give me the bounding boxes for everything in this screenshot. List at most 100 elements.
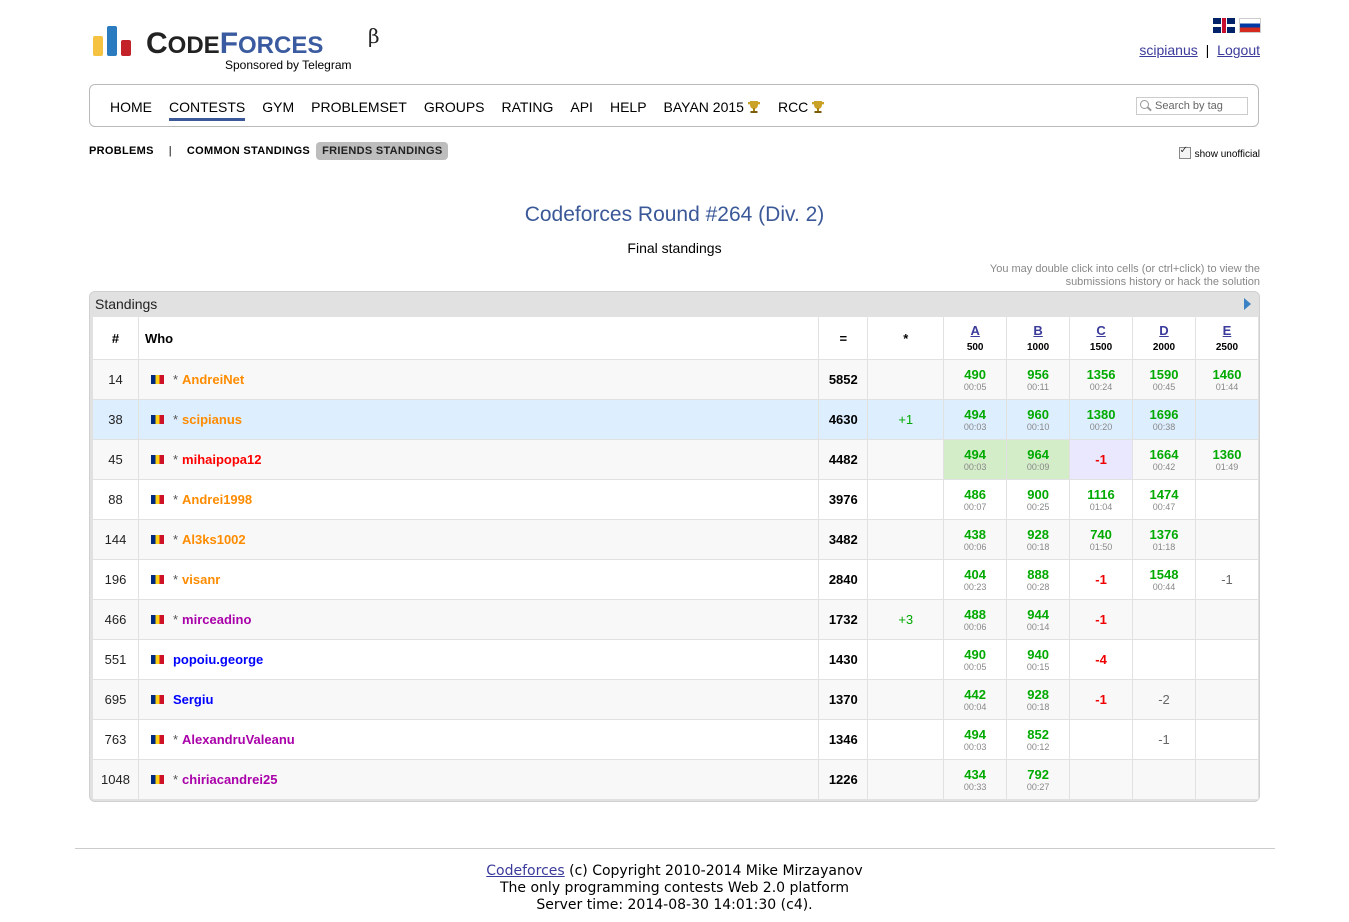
problems-tab[interactable]: PROBLEMS (89, 142, 160, 160)
problem-result-cell[interactable]: 1356 00:24 (1069, 359, 1134, 400)
problem-result-cell[interactable]: -4 (1069, 639, 1134, 680)
problem-result-cell[interactable]: -1 (1069, 559, 1134, 600)
show-unofficial-checkbox[interactable] (1178, 145, 1191, 159)
russian-flag-icon[interactable] (1239, 18, 1261, 33)
problem-link-c[interactable]: C (1096, 323, 1105, 338)
problem-result-cell[interactable]: 944 00:14 (1006, 599, 1071, 640)
problem-result-cell[interactable]: 404 00:23 (943, 559, 1008, 600)
problem-result-cell[interactable]: 438 00:06 (943, 519, 1008, 560)
problem-result-cell[interactable]: 1590 00:45 (1132, 359, 1196, 400)
problem-result-cell[interactable]: 488 00:06 (943, 599, 1008, 640)
problem-result-cell[interactable] (1194, 679, 1260, 720)
problem-result-cell[interactable]: 964 00:09 (1006, 439, 1071, 480)
menu-item-home[interactable]: HOME (110, 99, 152, 115)
problem-result-cell[interactable]: 940 00:15 (1006, 639, 1071, 680)
participant-handle[interactable]: popoiu.george (173, 652, 263, 667)
who-header: Who (137, 316, 820, 360)
problem-link-e[interactable]: E (1223, 323, 1232, 338)
problem-result-cell[interactable]: 490 00:05 (943, 359, 1008, 400)
menu-item-rating[interactable]: RATING (502, 99, 554, 115)
expand-arrow-icon[interactable] (1244, 298, 1251, 310)
problem-result-cell[interactable] (1194, 399, 1260, 440)
participant-handle[interactable]: AlexandruValeanu (182, 732, 295, 747)
menu-item-groups[interactable]: GROUPS (424, 99, 485, 115)
problem-result-cell[interactable]: 852 00:12 (1006, 719, 1071, 760)
search-box[interactable]: Search by tag (1136, 97, 1248, 115)
problem-link-d[interactable]: D (1159, 323, 1168, 338)
problem-result-cell[interactable]: 1696 00:38 (1132, 399, 1196, 440)
problem-result-cell[interactable]: -2 (1132, 679, 1196, 720)
problem-result-cell[interactable] (1194, 639, 1260, 680)
menu-item-contests[interactable]: CONTESTS (169, 99, 246, 121)
user-handle-link[interactable]: scipianus (1139, 42, 1197, 58)
participant-handle[interactable]: mihaipopa12 (182, 452, 261, 467)
menu-item-rcc[interactable]: RCC (778, 99, 825, 115)
problem-result-cell[interactable]: 490 00:05 (943, 639, 1008, 680)
participant-handle[interactable]: chiriacandrei25 (182, 772, 277, 787)
problem-result-cell[interactable]: -1 (1194, 559, 1260, 600)
problem-result-cell[interactable] (1132, 759, 1196, 800)
problem-result-cell[interactable]: 486 00:07 (943, 479, 1008, 520)
show-unofficial-toggle[interactable]: show unofficial (1178, 145, 1260, 160)
points-cell: 5852 (818, 359, 869, 400)
problem-result-cell[interactable]: 960 00:10 (1006, 399, 1071, 440)
participant-handle[interactable]: Andrei1998 (182, 492, 252, 507)
problem-result-cell[interactable] (1194, 759, 1260, 800)
problem-result-cell[interactable]: 1376 01:18 (1132, 519, 1196, 560)
menu-item-problemset[interactable]: PROBLEMSET (311, 99, 407, 115)
problem-result-cell[interactable]: -1 (1069, 679, 1134, 720)
participant-handle[interactable]: mirceadino (182, 612, 251, 627)
menu-item-api[interactable]: API (570, 99, 593, 115)
problem-result-cell[interactable] (1194, 519, 1260, 560)
footer-codeforces-link[interactable]: Codeforces (486, 863, 564, 879)
participant-handle[interactable]: Sergiu (173, 692, 213, 707)
problem-result-cell[interactable]: 434 00:33 (943, 759, 1008, 800)
problem-result-cell[interactable]: 900 00:25 (1006, 479, 1071, 520)
points-cell: 1370 (818, 679, 869, 720)
problem-result-cell[interactable]: 1360 01:49 (1194, 439, 1260, 480)
problem-result-cell[interactable]: 1664 00:42 (1132, 439, 1196, 480)
hacks-cell (867, 559, 945, 600)
participant-handle[interactable]: scipianus (182, 412, 242, 427)
problem-result-cell[interactable]: 494 00:03 (943, 719, 1008, 760)
menu-item-label: RATING (501, 99, 554, 115)
problem-result-cell[interactable]: 1460 01:44 (1194, 359, 1260, 400)
friends-standings-tab[interactable]: FRIENDS STANDINGS (316, 142, 449, 160)
english-flag-icon[interactable] (1213, 18, 1235, 33)
problem-result-cell[interactable]: 1548 00:44 (1132, 559, 1196, 600)
problem-link-b[interactable]: B (1033, 323, 1042, 338)
problem-result-cell[interactable]: 494 00:03 (943, 399, 1008, 440)
problem-result-cell[interactable] (1132, 639, 1196, 680)
problem-result-cell[interactable]: 1474 00:47 (1132, 479, 1196, 520)
problem-result-cell[interactable] (1069, 719, 1134, 760)
participant-handle[interactable]: visanr (182, 572, 220, 587)
problem-result-cell[interactable]: 928 00:18 (1006, 679, 1071, 720)
submission-time: 00:05 (963, 661, 987, 672)
problem-result-cell[interactable]: 888 00:28 (1006, 559, 1071, 600)
problem-header-b: B 1000 (1006, 316, 1071, 360)
problem-result-cell[interactable]: -1 (1132, 719, 1196, 760)
logout-link[interactable]: Logout (1217, 42, 1260, 58)
problem-result-cell[interactable] (1194, 479, 1260, 520)
problem-result-cell[interactable]: 1116 01:04 (1069, 479, 1134, 520)
participant-handle[interactable]: Al3ks1002 (182, 532, 246, 547)
problem-result-cell[interactable]: 494 00:03 (943, 439, 1008, 480)
menu-item-help[interactable]: HELP (610, 99, 647, 115)
problem-result-cell[interactable] (1194, 719, 1260, 760)
problem-result-cell[interactable]: 740 01:50 (1069, 519, 1134, 560)
participant-handle[interactable]: AndreiNet (182, 372, 244, 387)
common-standings-tab[interactable]: COMMON STANDINGS (181, 142, 316, 160)
problem-result-cell[interactable]: 1380 00:20 (1069, 399, 1134, 440)
problem-result-cell[interactable] (1194, 599, 1260, 640)
problem-result-cell[interactable]: 928 00:18 (1006, 519, 1071, 560)
problem-link-a[interactable]: A (970, 323, 979, 338)
problem-result-cell[interactable]: -1 (1069, 599, 1134, 640)
problem-result-cell[interactable]: 792 00:27 (1006, 759, 1071, 800)
problem-result-cell[interactable]: -1 (1069, 439, 1134, 480)
menu-item-bayan-2015[interactable]: BAYAN 2015 (664, 99, 761, 115)
menu-item-gym[interactable]: GYM (262, 99, 294, 115)
problem-result-cell[interactable] (1132, 599, 1196, 640)
problem-result-cell[interactable] (1069, 759, 1134, 800)
problem-result-cell[interactable]: 442 00:04 (943, 679, 1008, 720)
problem-result-cell[interactable]: 956 00:11 (1006, 359, 1071, 400)
